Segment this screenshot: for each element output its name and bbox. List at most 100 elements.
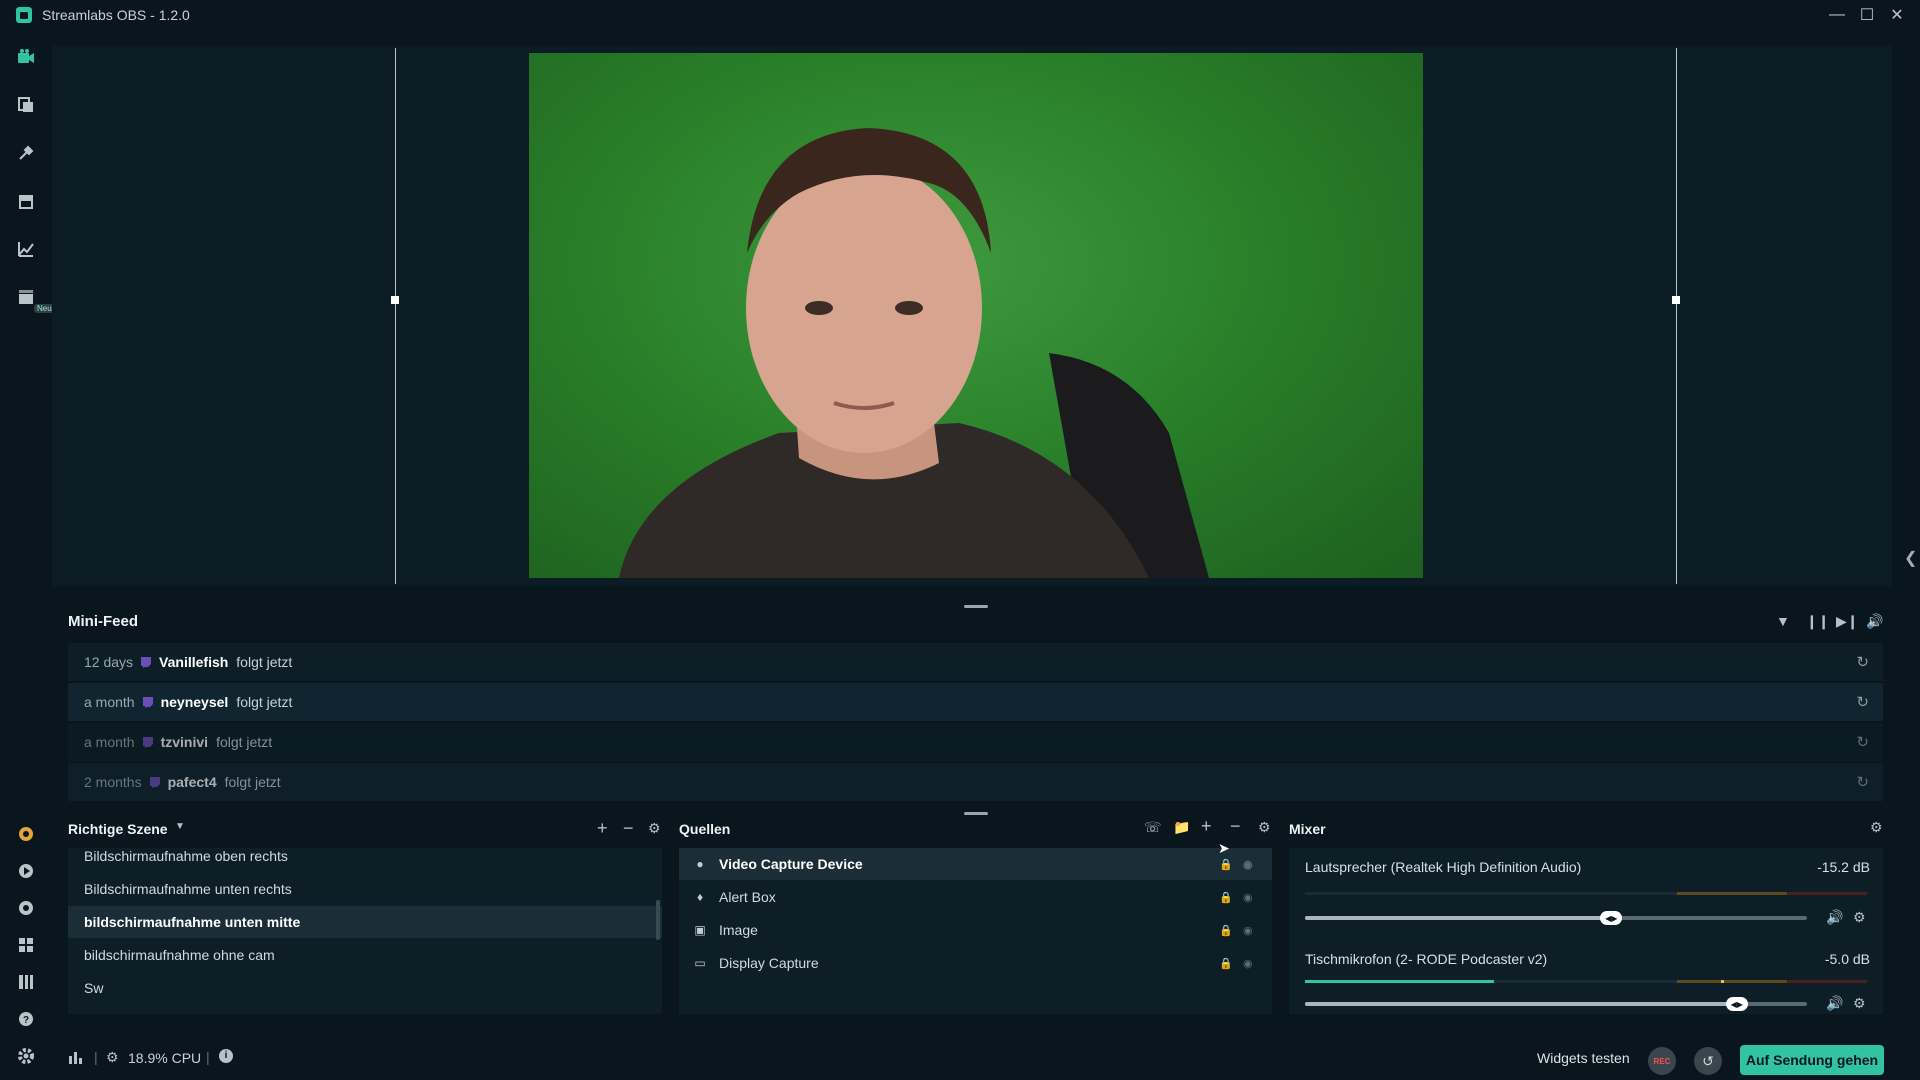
window-title: Streamlabs OBS - 1.2.0 [42, 7, 190, 23]
lock-icon[interactable]: 🔒 [1219, 924, 1233, 937]
source-item-active[interactable]: ● Video Capture Device 🔒 ◉ [679, 848, 1272, 880]
scene-collection-title[interactable]: Richtige Szene [68, 821, 168, 837]
twitch-icon [142, 736, 153, 748]
studio-audio-icon[interactable]: ☏ [1144, 819, 1162, 836]
scene-item[interactable]: Bildschirmaufnahme unten rechts [68, 873, 662, 905]
resize-handle-right[interactable] [1672, 296, 1680, 304]
mixer-channel-db: -15.2 dB [1817, 859, 1870, 875]
source-item[interactable]: ▣ Image 🔒 ◉ [679, 914, 1272, 946]
store-icon[interactable] [14, 189, 38, 213]
mixer-channel-name: Lautsprecher (Realtek High Definition Au… [1305, 859, 1582, 875]
themes-icon[interactable] [14, 93, 38, 117]
audio-meter [1305, 980, 1867, 983]
rec-button[interactable]: REC [1648, 1047, 1676, 1075]
add-folder-icon[interactable]: 📁 [1173, 819, 1190, 836]
minifeed-title: Mini-Feed [68, 613, 138, 630]
image-icon: ▣ [694, 923, 706, 937]
go-live-button[interactable]: Auf Sendung gehen [1740, 1045, 1884, 1075]
channel-settings-icon[interactable]: ⚙ [1853, 909, 1866, 926]
mixer-settings-icon[interactable]: ⚙ [1870, 819, 1883, 836]
lock-icon[interactable]: 🔒 [1219, 891, 1233, 904]
source-settings-icon[interactable]: ⚙ [1258, 819, 1271, 836]
twitch-icon [142, 696, 153, 708]
cloud-icon[interactable] [14, 859, 38, 883]
eye-icon[interactable]: ◉ [1243, 858, 1253, 871]
bell-icon: ♦ [696, 890, 704, 904]
source-item[interactable]: ♦ Alert Box 🔒 ◉ [679, 881, 1272, 913]
eye-off-icon[interactable]: ◉ [1243, 924, 1253, 937]
performance-icon[interactable] [68, 1050, 82, 1067]
chevron-left-icon[interactable]: ❮ [1904, 548, 1917, 568]
left-nav: Neu ? [0, 30, 55, 1080]
app-logo-icon [16, 7, 32, 23]
layout-icon[interactable] [14, 933, 38, 957]
add-scene-icon[interactable]: + [597, 818, 608, 839]
lock-icon[interactable]: 🔒 [1219, 957, 1233, 970]
scenes-scrollbar[interactable] [656, 900, 660, 940]
twitch-icon [149, 776, 160, 788]
svg-text:?: ? [23, 1015, 29, 1026]
widgets-test-button[interactable]: Widgets testen [1537, 1050, 1630, 1066]
scene-item-active[interactable]: bildschirmaufnahme unten mitte [68, 906, 662, 938]
help-icon[interactable]: ? [14, 1007, 38, 1031]
volume-slider-knob[interactable]: ◀▶ [1725, 997, 1748, 1011]
prime-icon[interactable] [14, 822, 38, 846]
scene-item[interactable]: Bildschirmaufnahme oben rechts [68, 840, 662, 872]
replay-icon[interactable]: ↻ [1856, 733, 1869, 751]
resize-handle-left[interactable] [391, 296, 399, 304]
channel-settings-icon[interactable]: ⚙ [1853, 995, 1866, 1012]
widgets-icon[interactable] [14, 141, 38, 165]
speaker-icon[interactable]: 🔊 [1826, 909, 1843, 926]
volume-slider[interactable]: ◀▶ [1305, 997, 1807, 1011]
volume-slider[interactable]: ◀▶ [1305, 911, 1807, 925]
sources-title: Quellen [679, 821, 731, 837]
help-chat-icon[interactable] [14, 896, 38, 920]
scene-item[interactable]: Sw [68, 972, 662, 1004]
editor-icon[interactable] [14, 45, 38, 69]
close-icon[interactable]: ✕ [1882, 0, 1912, 30]
source-item[interactable]: ▭ Display Capture 🔒 ◉ [679, 947, 1272, 979]
add-source-icon[interactable]: + [1201, 816, 1212, 837]
filter-icon[interactable]: ▼ [1776, 613, 1790, 629]
volume-icon[interactable]: 🔊 [1866, 613, 1883, 630]
settings-icon[interactable] [14, 1044, 38, 1068]
lock-icon[interactable]: 🔒 [1219, 858, 1233, 871]
replay-icon[interactable]: ↻ [1856, 653, 1869, 671]
mixer-channel-db: -5.0 dB [1824, 951, 1870, 967]
dock-resize-grip[interactable] [964, 812, 988, 815]
eye-icon[interactable]: ◉ [1243, 891, 1253, 904]
feed-row: a month neyneysel folgt jetzt ↻ [68, 683, 1883, 721]
cpu-icon: ⚙ [106, 1049, 119, 1065]
title-bar: Streamlabs OBS - 1.2.0 — ☐ ✕ [0, 0, 1920, 30]
info-icon[interactable]: i [219, 1049, 233, 1063]
feed-row: 12 days Vanillefish folgt jetzt ↻ [68, 643, 1883, 681]
maximize-icon[interactable]: ☐ [1852, 0, 1882, 30]
volume-slider-knob[interactable]: ◀▶ [1600, 911, 1623, 925]
speaker-icon[interactable]: 🔊 [1826, 995, 1843, 1012]
minimize-icon[interactable]: — [1822, 0, 1852, 30]
camera-icon: ● [696, 857, 704, 871]
scene-settings-icon[interactable]: ⚙ [648, 820, 661, 837]
skip-icon[interactable]: ▶❙ [1836, 613, 1859, 630]
dashboard-icon[interactable] [14, 237, 38, 261]
audio-meter [1305, 892, 1867, 895]
pause-icon[interactable]: ❙❙ [1806, 613, 1829, 630]
scene-item[interactable]: bildschirmaufnahme ohne cam [68, 939, 662, 971]
remove-scene-icon[interactable]: − [623, 818, 634, 839]
feed-row: a month tzvinivi folgt jetzt ↻ [68, 723, 1883, 761]
bounding-line-left [395, 48, 396, 584]
twitch-icon [141, 656, 152, 668]
mouse-cursor-icon: ➤ [1218, 840, 1230, 856]
mixer-title: Mixer [1289, 821, 1326, 837]
replay-icon[interactable]: ↻ [1856, 693, 1869, 711]
replay-icon[interactable]: ↻ [1856, 773, 1869, 791]
bounding-line-right [1676, 48, 1677, 584]
remove-source-icon[interactable]: − [1230, 816, 1241, 837]
mixer-channel-name: Tischmikrofon (2- RODE Podcaster v2) [1305, 951, 1548, 967]
video-capture-preview [529, 53, 1423, 578]
minifeed-resize-grip[interactable] [964, 605, 988, 608]
chevron-down-icon[interactable]: ▼ [175, 821, 185, 832]
studio-mode-icon[interactable] [14, 970, 38, 994]
eye-off-icon[interactable]: ◉ [1243, 957, 1253, 970]
replay-buffer-icon[interactable]: ↺ [1694, 1047, 1722, 1075]
